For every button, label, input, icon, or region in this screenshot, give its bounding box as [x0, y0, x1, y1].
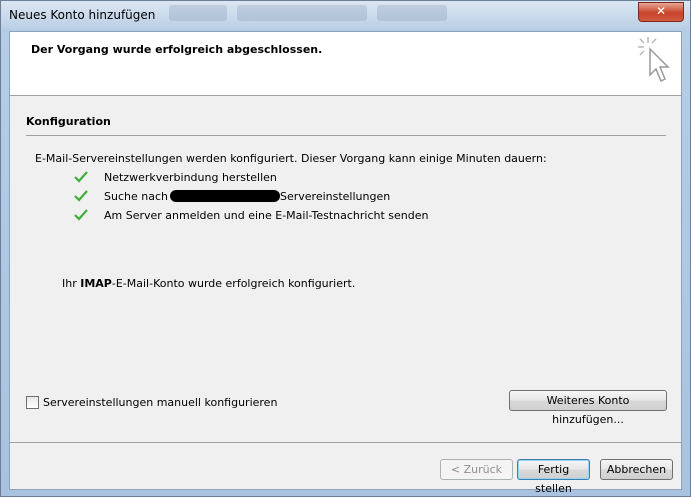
- success-suffix: -E-Mail-Konto wurde erfolgreich konfigur…: [111, 277, 356, 290]
- close-button[interactable]: ✕: [638, 2, 684, 22]
- success-message: Ihr IMAP-E-Mail-Konto wurde erfolgreich …: [62, 277, 355, 290]
- cancel-button[interactable]: Abbrechen: [600, 459, 673, 480]
- step-label: Am Server anmelden und eine E-Mail-Testn…: [104, 208, 429, 222]
- background-toolbar-item: [237, 5, 367, 21]
- manual-config-checkbox[interactable]: [26, 396, 39, 409]
- account-type: IMAP: [80, 277, 112, 290]
- section-divider: [26, 135, 666, 136]
- check-icon: [74, 190, 88, 202]
- cursor-icon: [638, 37, 670, 83]
- add-account-button[interactable]: Weiteres Konto hinzufügen...: [509, 390, 667, 426]
- window-title: Neues Konto hinzufügen: [9, 8, 156, 22]
- background-toolbar: [169, 5, 447, 23]
- background-toolbar-item: [169, 5, 227, 21]
- manual-config-label[interactable]: Servereinstellungen manuell konfiguriere…: [43, 396, 277, 409]
- finish-button[interactable]: Fertig stellen: [517, 459, 590, 495]
- step-network: Netzwerkverbindung herstellen: [74, 169, 277, 185]
- header-area: Der Vorgang wurde erfolgreich abgeschlos…: [10, 32, 681, 96]
- manual-config-option[interactable]: Servereinstellungen manuell konfiguriere…: [26, 396, 277, 409]
- redaction-block: [169, 190, 280, 202]
- step-label-prefix: Suche nach: [104, 189, 168, 203]
- section-title: Konfiguration: [26, 115, 111, 128]
- header-title: Der Vorgang wurde erfolgreich abgeschlos…: [31, 43, 323, 56]
- dialog-window: Neues Konto hinzufügen ✕ Der Vorgang wur…: [0, 0, 691, 497]
- close-icon: ✕: [655, 4, 667, 18]
- title-bar[interactable]: Neues Konto hinzufügen ✕: [1, 1, 690, 29]
- step-login-test: Am Server anmelden und eine E-Mail-Testn…: [74, 207, 428, 223]
- footer-divider: [10, 442, 681, 443]
- background-toolbar-item: [377, 5, 447, 21]
- config-description: E-Mail-Servereinstellungen werden konfig…: [35, 152, 547, 165]
- step-label: Netzwerkverbindung herstellen: [104, 170, 277, 184]
- step-server-search: Suche nach Servereinstellungen: [74, 188, 390, 204]
- success-prefix: Ihr: [62, 277, 81, 290]
- check-icon: [74, 171, 88, 183]
- step-label-suffix: Servereinstellungen: [279, 189, 391, 203]
- check-icon: [74, 209, 88, 221]
- back-button[interactable]: < Zurück: [440, 459, 513, 480]
- dialog-content: Der Vorgang wurde erfolgreich abgeschlos…: [9, 31, 682, 495]
